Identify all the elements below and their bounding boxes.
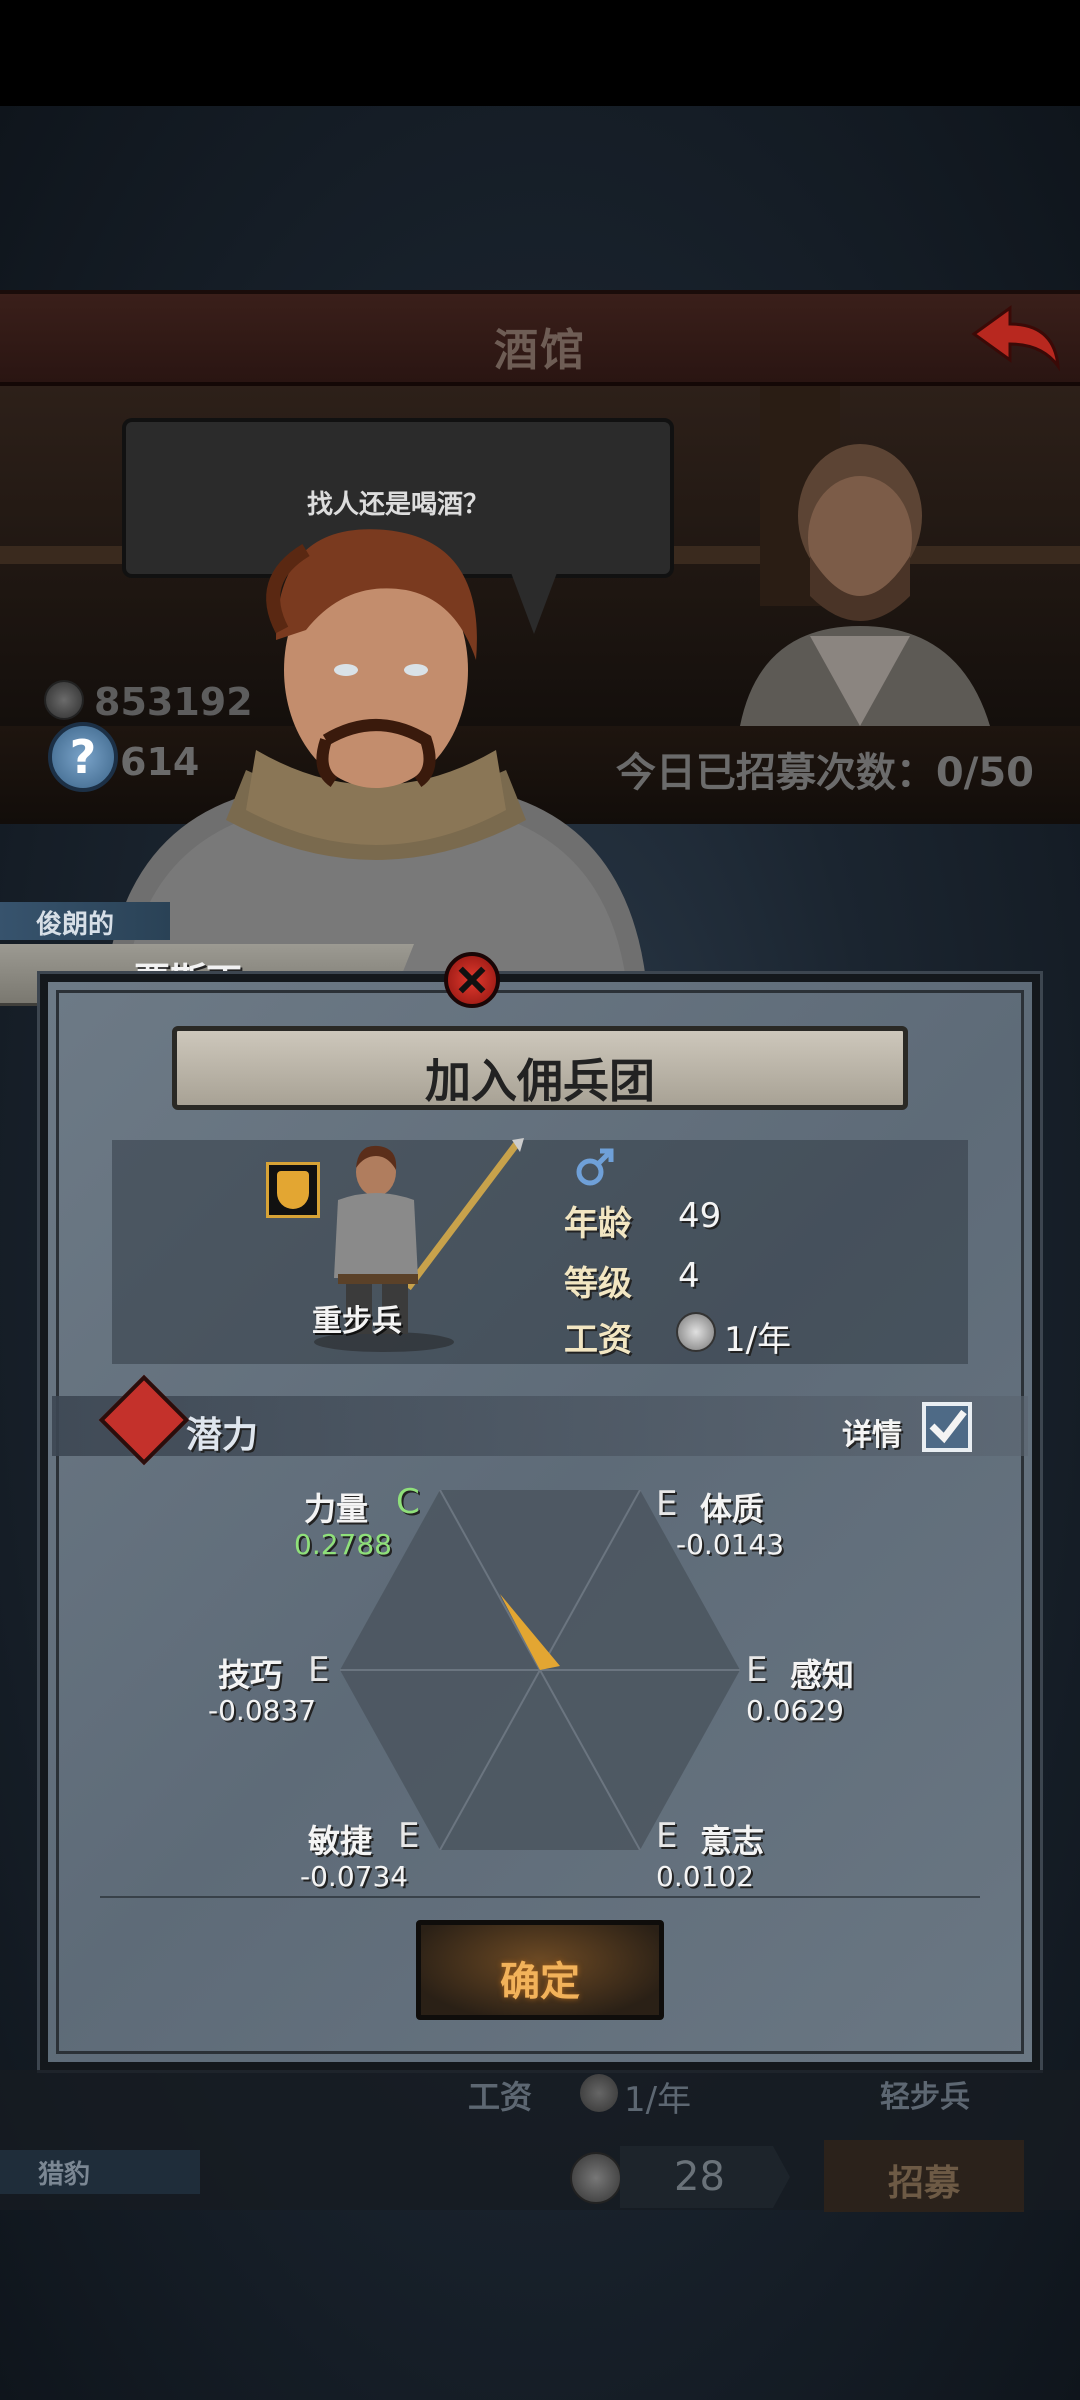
bg-title: 猎豹 [38,2160,91,2190]
bg-unit-type: 轻步兵 [880,2080,970,2115]
hero-portrait [106,529,646,980]
confirm-button[interactable]: 确定 [416,1920,664,2020]
attr-will-name: 意志 [700,1822,765,1860]
level-value: 4 [678,1256,700,1296]
attr-strength-name: 力量 [304,1490,369,1528]
hero-title: 俊朗的 [36,910,115,940]
details-checkbox[interactable] [922,1402,972,1452]
divider [100,1896,980,1898]
bg-wage-label: 工资 [468,2078,533,2116]
speech-text: 找人还是喝酒？ [306,490,489,520]
recruit-count: 今日已招募次数：0/50 [615,750,1034,796]
bg-price-coin-icon [570,2152,622,2204]
attr-skill-name: 技巧 [218,1656,283,1694]
attr-constitution-value: -0.0143 [676,1528,785,1561]
bg-coin-icon [580,2074,618,2112]
barkeeper-portrait [740,444,990,726]
unit-info-panel [112,1140,968,1364]
bg-recruit-button[interactable]: 招募 [824,2140,1024,2212]
wage-label: 工资 [564,1320,632,1360]
silver-coin-icon [676,1312,716,1352]
attr-agility-value: -0.0734 [300,1860,409,1893]
attr-perception-value: 0.0629 [746,1694,844,1727]
check-icon [929,1409,967,1444]
age-value: 49 [678,1196,722,1236]
bg-price: 28 [674,2154,725,2200]
page-title: 酒馆 [494,325,586,376]
attr-constitution-grade: E [656,1484,678,1524]
coin-icon [44,680,84,720]
level-label: 等级 [564,1264,632,1304]
bg-wage-value: 1/年 [624,2080,692,2120]
attr-will-value: 0.0102 [656,1860,754,1893]
attr-strength-grade: C [396,1482,420,1522]
tavern-header: 酒馆 [0,290,1080,386]
attr-skill-grade: E [308,1650,330,1690]
bg-recruit-label: 招募 [887,2163,960,2204]
confirm-label: 确定 [500,1959,580,2005]
dialog-title: 加入佣兵团 [425,1054,655,1108]
details-label: 详情 [842,1418,902,1453]
male-gender-icon [576,1148,614,1186]
age-label: 年龄 [564,1204,632,1244]
dialog-title-banner: 加入佣兵团 [172,1026,908,1110]
attr-strength-value: 0.2788 [294,1528,392,1561]
bg-title-tag [0,2150,200,2194]
attr-skill-value: -0.0837 [208,1694,317,1727]
attr-perception-grade: E [746,1650,768,1690]
back-arrow-icon[interactable] [966,300,1066,380]
attr-constitution-name: 体质 [700,1490,765,1528]
attr-agility-name: 敏捷 [308,1822,373,1860]
unit-type-label: 重步兵 [312,1304,402,1339]
wage-value: 1/年 [724,1320,792,1360]
attr-perception-name: 感知 [790,1656,855,1694]
potential-label: 潜力 [186,1415,259,1456]
attr-will-grade: E [656,1816,678,1856]
shield-class-icon [266,1162,320,1218]
close-icon[interactable] [444,952,500,1008]
attr-agility-grade: E [398,1816,420,1856]
status-bar-area [0,0,1080,106]
